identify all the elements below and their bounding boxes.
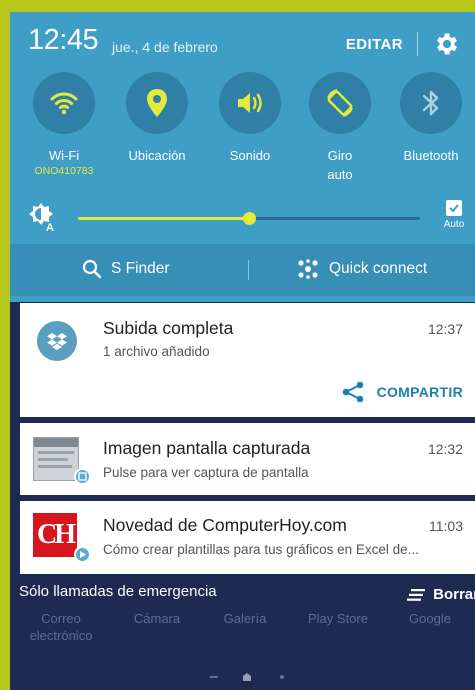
notification-desc: Pulse para ver captura de pantalla	[103, 465, 309, 480]
emergency-calls-text: Sólo llamadas de emergencia	[19, 583, 217, 600]
clear-all-label: Borrar	[433, 586, 475, 603]
quick-settings-panel: 12:45 jue., 4 de febrero EDITAR Wi-Fi ON…	[10, 12, 475, 302]
toggle-sound-circle	[219, 72, 281, 134]
notification-title: Subida completa	[103, 318, 234, 338]
thumbnail-line	[38, 465, 72, 468]
brightness-slider[interactable]	[78, 212, 420, 225]
gear-icon[interactable]	[433, 30, 461, 58]
app-label-google: Google	[409, 611, 451, 626]
date: jue., 4 de febrero	[112, 39, 218, 55]
app-label-camera: Cámara	[133, 611, 181, 626]
share-label: COMPARTIR	[376, 384, 463, 400]
notification-time: 12:37	[427, 321, 463, 337]
location-icon	[147, 89, 167, 117]
youtube-badge-icon	[74, 546, 91, 563]
app-label-play-store: Play Store	[308, 611, 368, 626]
search-icon	[82, 259, 102, 279]
auto-rotate-icon	[327, 89, 353, 117]
toggle-wifi[interactable]: Wi-Fi ONO410783	[19, 72, 109, 177]
toggle-bluetooth[interactable]: Bluetooth	[386, 72, 475, 165]
brightness-slider-fill	[78, 217, 249, 220]
gallery-badge-icon	[74, 468, 91, 485]
toggle-label-line2: auto	[327, 167, 353, 182]
page-indicator	[210, 673, 284, 681]
quick-connect-icon	[298, 259, 318, 279]
toggle-label: Wi-Fi	[48, 148, 80, 163]
clock: 12:45	[28, 24, 99, 56]
wifi-network-name: ONO410783	[34, 165, 94, 177]
toggle-location[interactable]: Ubicación	[112, 72, 202, 165]
screenshot-thumbnail	[33, 437, 79, 481]
clear-all-icon	[407, 588, 426, 601]
divider	[248, 260, 249, 280]
toggle-sound[interactable]: Sonido	[205, 72, 295, 165]
notification-desc: 1 archivo añadido	[103, 344, 210, 359]
quick-connect-label: Quick connect	[329, 260, 428, 277]
toggle-auto-rotate[interactable]: Giro auto	[295, 72, 385, 184]
svg-text:A: A	[46, 222, 54, 232]
toggle-rotate-circle	[309, 72, 371, 134]
thumbnail-line	[38, 451, 74, 454]
dropbox-icon	[37, 321, 77, 361]
edit-button[interactable]: EDITAR	[346, 36, 403, 53]
share-button[interactable]: COMPARTIR	[341, 380, 463, 404]
toggle-label: Bluetooth	[403, 148, 459, 163]
android-screen: 12:45 jue., 4 de febrero EDITAR Wi-Fi ON…	[10, 12, 475, 690]
notification-desc: Cómo crear plantillas para tus gráficos …	[103, 542, 419, 557]
app-label-line: electrónico	[29, 628, 93, 643]
brightness-auto-checkbox[interactable]: Auto	[439, 200, 469, 230]
brightness-row: A Auto	[10, 196, 475, 242]
quick-toggles: Wi-Fi ONO410783 Ubicación Sonido Giro au…	[10, 72, 475, 192]
thumbnail-bar	[34, 438, 78, 447]
notification-title: Imagen pantalla capturada	[103, 438, 311, 458]
brightness-slider-thumb[interactable]	[243, 212, 256, 225]
s-finder-button[interactable]: S Finder	[82, 259, 170, 279]
sound-icon	[238, 93, 262, 113]
notification-upload[interactable]: Subida completa 12:37 1 archivo añadido …	[20, 303, 475, 417]
app-label-line: Correo	[41, 611, 81, 626]
notification-computerhoy[interactable]: CH Novedad de ComputerHoy.com 11:03 Cómo…	[20, 501, 475, 574]
app-label-gallery: Galería	[223, 611, 267, 626]
app-label-email: Correo electrónico	[26, 610, 96, 644]
computerhoy-logo: CH	[33, 513, 77, 557]
wifi-icon	[50, 92, 78, 115]
clear-all-button[interactable]: Borrar	[407, 586, 475, 603]
share-icon	[342, 381, 363, 403]
checkbox-checked-icon	[446, 200, 462, 216]
notification-title: Novedad de ComputerHoy.com	[103, 515, 347, 535]
background-app-labels: Correo electrónico Cámara Galería Play S…	[10, 608, 475, 658]
auto-label: Auto	[443, 219, 465, 230]
status-row: 12:45 jue., 4 de febrero EDITAR	[26, 22, 465, 58]
notification-screenshot[interactable]: Imagen pantalla capturada 12:32 Pulse pa…	[20, 423, 475, 495]
thumbnail-line	[38, 458, 68, 461]
notification-time: 12:32	[427, 441, 463, 457]
brightness-auto-icon: A	[29, 203, 54, 232]
toggle-label: Giro auto	[295, 146, 385, 184]
toggle-label: Sonido	[229, 148, 271, 163]
divider	[417, 32, 418, 56]
toggle-wifi-circle	[33, 72, 95, 134]
s-finder-label: S Finder	[111, 260, 170, 277]
notification-time: 11:03	[429, 518, 463, 534]
finder-row: S Finder Quick connect	[10, 244, 475, 296]
toggle-label-line1: Giro	[327, 148, 353, 163]
toggle-location-circle	[126, 72, 188, 134]
toggle-bluetooth-circle	[400, 72, 462, 134]
quick-connect-button[interactable]: Quick connect	[297, 259, 427, 279]
bluetooth-icon	[422, 90, 439, 116]
toggle-label: Ubicación	[128, 148, 186, 163]
